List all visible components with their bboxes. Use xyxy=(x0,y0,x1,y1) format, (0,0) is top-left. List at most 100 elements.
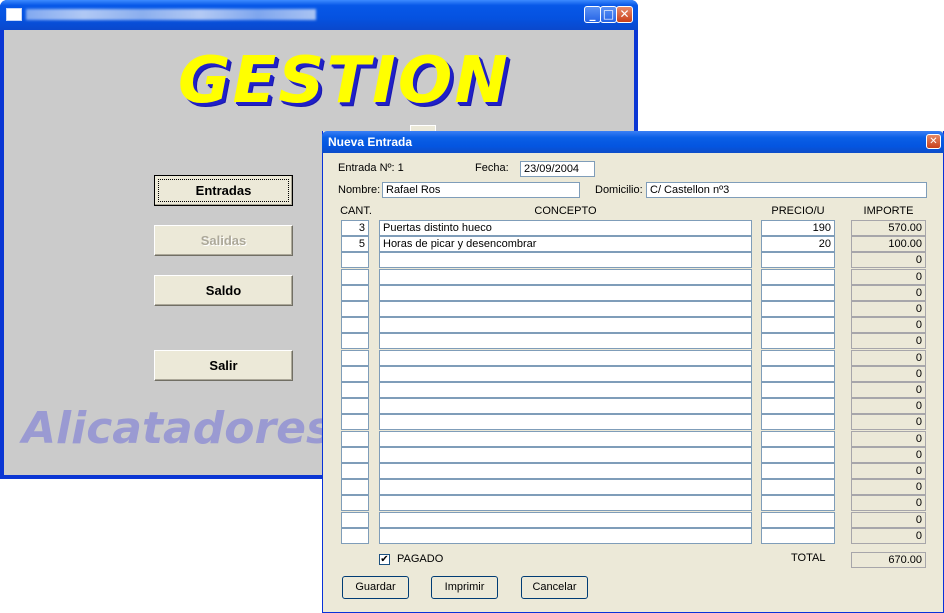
cant-cell[interactable] xyxy=(341,430,369,447)
cant-cell[interactable]: 5 xyxy=(341,236,369,253)
cant-cell[interactable] xyxy=(341,252,369,269)
table-row: 0 xyxy=(323,349,943,366)
cant-cell[interactable] xyxy=(341,511,369,528)
precio-cell[interactable] xyxy=(761,527,835,544)
table-row: 0 xyxy=(323,317,943,334)
cant-cell[interactable] xyxy=(341,382,369,398)
dialog-titlebar[interactable]: Nueva Entrada ✕ xyxy=(322,131,944,153)
concepto-cell[interactable] xyxy=(379,430,752,447)
cant-cell[interactable] xyxy=(341,446,369,463)
dialog-close-icon[interactable]: ✕ xyxy=(926,134,941,149)
cant-cell[interactable] xyxy=(341,284,369,301)
entrada-number-label: Entrada Nº: 1 xyxy=(338,162,404,174)
watermark-text: Alicatadores xyxy=(22,403,333,454)
minimize-icon[interactable]: _ xyxy=(584,6,601,23)
precio-cell[interactable]: 190 xyxy=(761,220,835,236)
concepto-cell[interactable] xyxy=(379,284,752,301)
concepto-cell[interactable] xyxy=(379,333,752,350)
salir-button[interactable]: Salir xyxy=(154,350,293,381)
precio-cell[interactable] xyxy=(761,252,835,269)
precio-cell[interactable] xyxy=(761,463,835,479)
precio-cell[interactable] xyxy=(761,268,835,285)
entradas-button[interactable]: Entradas xyxy=(154,175,293,206)
cant-cell[interactable] xyxy=(341,463,369,479)
concepto-cell[interactable] xyxy=(379,268,752,285)
cant-cell[interactable] xyxy=(341,479,369,496)
table-row: 0 xyxy=(323,268,943,285)
concepto-cell[interactable] xyxy=(379,527,752,544)
close-icon[interactable]: ✕ xyxy=(616,6,633,23)
precio-cell[interactable] xyxy=(761,414,835,431)
precio-cell[interactable] xyxy=(761,317,835,334)
importe-cell: 0 xyxy=(851,414,926,431)
cant-cell[interactable] xyxy=(341,495,369,512)
cant-cell[interactable] xyxy=(341,333,369,350)
importe-cell: 100.00 xyxy=(851,236,926,253)
pagado-checkbox[interactable]: ✔ xyxy=(379,554,390,565)
cant-cell[interactable]: 3 xyxy=(341,220,369,236)
cant-cell[interactable] xyxy=(341,268,369,285)
concepto-cell[interactable] xyxy=(379,301,752,317)
nombre-field[interactable]: Rafael Ros xyxy=(382,182,580,198)
cancelar-button[interactable]: Cancelar xyxy=(521,576,588,599)
table-row: 0 xyxy=(323,301,943,317)
concepto-cell[interactable]: Puertas distinto hueco xyxy=(379,220,752,236)
concepto-cell[interactable] xyxy=(379,414,752,431)
importe-cell: 0 xyxy=(851,463,926,479)
table-row: 0 xyxy=(323,333,943,350)
precio-cell[interactable] xyxy=(761,382,835,398)
concepto-cell[interactable] xyxy=(379,252,752,269)
concepto-cell[interactable] xyxy=(379,463,752,479)
table-row: 0 xyxy=(323,430,943,447)
precio-cell[interactable] xyxy=(761,430,835,447)
importe-cell: 0 xyxy=(851,382,926,398)
saldo-button[interactable]: Saldo xyxy=(154,275,293,306)
cant-cell[interactable] xyxy=(341,365,369,382)
cant-cell[interactable] xyxy=(341,414,369,431)
cant-cell[interactable] xyxy=(341,349,369,366)
cant-cell[interactable] xyxy=(341,527,369,544)
col-header-cant: CANT. xyxy=(340,205,372,217)
app-icon xyxy=(6,8,22,21)
precio-cell[interactable] xyxy=(761,398,835,415)
precio-cell[interactable] xyxy=(761,301,835,317)
cant-cell[interactable] xyxy=(341,398,369,415)
main-titlebar[interactable]: _ □ ✕ xyxy=(0,0,638,30)
salidas-button[interactable]: Salidas xyxy=(154,225,293,256)
concepto-cell[interactable] xyxy=(379,495,752,512)
concepto-cell[interactable] xyxy=(379,317,752,334)
domicilio-label: Domicilio: xyxy=(595,184,643,196)
col-header-concepto: CONCEPTO xyxy=(534,205,597,217)
precio-cell[interactable] xyxy=(761,333,835,350)
logo-text: GESTION xyxy=(178,44,510,118)
precio-cell[interactable] xyxy=(761,511,835,528)
precio-cell[interactable] xyxy=(761,479,835,496)
concepto-cell[interactable] xyxy=(379,365,752,382)
concepto-cell[interactable] xyxy=(379,349,752,366)
table-row: 0 xyxy=(323,365,943,382)
concepto-cell[interactable] xyxy=(379,382,752,398)
maximize-icon[interactable]: □ xyxy=(600,6,617,23)
precio-cell[interactable] xyxy=(761,284,835,301)
importe-cell: 0 xyxy=(851,268,926,285)
importe-cell: 0 xyxy=(851,349,926,366)
precio-cell[interactable] xyxy=(761,365,835,382)
precio-cell[interactable]: 20 xyxy=(761,236,835,253)
cant-cell[interactable] xyxy=(341,317,369,334)
concepto-cell[interactable] xyxy=(379,479,752,496)
importe-cell: 0 xyxy=(851,301,926,317)
imprimir-button[interactable]: Imprimir xyxy=(431,576,498,599)
table-row: 0 xyxy=(323,414,943,431)
precio-cell[interactable] xyxy=(761,349,835,366)
concepto-cell[interactable]: Horas de picar y desencombrar xyxy=(379,236,752,253)
guardar-button[interactable]: Guardar xyxy=(342,576,409,599)
concepto-cell[interactable] xyxy=(379,511,752,528)
concepto-cell[interactable] xyxy=(379,398,752,415)
cant-cell[interactable] xyxy=(341,301,369,317)
fecha-field[interactable]: 23/09/2004 xyxy=(520,161,595,177)
precio-cell[interactable] xyxy=(761,495,835,512)
domicilio-field[interactable]: C/ Castellon nº3 xyxy=(646,182,927,198)
pagado-label: PAGADO xyxy=(397,553,444,565)
precio-cell[interactable] xyxy=(761,446,835,463)
concepto-cell[interactable] xyxy=(379,446,752,463)
